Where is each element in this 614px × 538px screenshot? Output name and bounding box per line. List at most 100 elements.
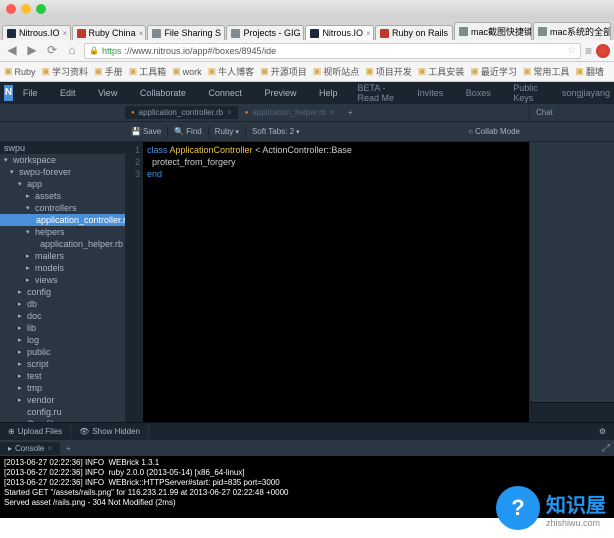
tree-node[interactable]: application_helper.rb [0, 238, 125, 250]
home-button[interactable]: ⌂ [64, 43, 80, 59]
menu-help[interactable]: Help [319, 88, 338, 98]
extension-orb-icon[interactable] [596, 44, 610, 58]
collab-mode-toggle[interactable]: ○ Collab Mode [462, 125, 526, 138]
browser-tab[interactable]: Ruby on Rails× [375, 25, 453, 40]
browser-tab[interactable]: Ruby China× [72, 25, 147, 40]
menu-connect[interactable]: Connect [208, 88, 242, 98]
bookmark-item[interactable]: ▣work [172, 66, 202, 77]
bookmark-item[interactable]: ▣开源项目 [260, 65, 307, 78]
tree-node[interactable]: ▸test [0, 370, 125, 382]
tree-node[interactable]: application_controller.rb [0, 214, 125, 226]
close-icon[interactable]: × [366, 29, 371, 38]
close-icon[interactable]: × [63, 29, 68, 38]
bookmark-item[interactable]: ▣手册 [94, 65, 123, 78]
close-icon[interactable]: × [227, 108, 232, 117]
file-tree[interactable]: swpu ▾workspace▾swpu-forever▾app▸assets▾… [0, 142, 125, 422]
nav-link[interactable]: Invites [417, 88, 443, 98]
editor-tab[interactable]: ●application_controller.rb× [125, 106, 239, 119]
tree-node[interactable]: ▸assets [0, 190, 125, 202]
back-button[interactable]: ◀ [4, 43, 20, 59]
bookmark-item[interactable]: ▣学习资料 [42, 65, 89, 78]
settings-icon[interactable]: ⚙ [591, 425, 614, 438]
console-output[interactable]: [2013-06-27 02:22:36] INFO WEBrick 1.3.1… [0, 456, 614, 518]
language-dropdown[interactable]: Ruby [209, 125, 245, 138]
bookmark-item[interactable]: ▣Ruby [4, 66, 36, 77]
editor-tab[interactable]: ●application_helper.rb× [239, 106, 342, 119]
bookmark-item[interactable]: ▣最近学习 [470, 65, 517, 78]
nav-link[interactable]: songjiayang [562, 88, 610, 98]
chrome-menu-icon[interactable]: ≡ [585, 44, 592, 58]
bookmark-star-icon[interactable]: ☆ [567, 45, 576, 56]
tree-node[interactable]: ▸config [0, 286, 125, 298]
tree-node[interactable]: ▸views [0, 274, 125, 286]
tree-node[interactable]: ▸lib [0, 322, 125, 334]
tree-node[interactable]: ▾app [0, 178, 125, 190]
favicon-icon [7, 29, 16, 38]
close-icon[interactable]: × [330, 108, 335, 117]
menu-view[interactable]: View [98, 88, 117, 98]
browser-tab[interactable]: mac截图快捷键× [454, 22, 532, 40]
close-icon[interactable]: × [139, 29, 144, 38]
chat-panel-header[interactable]: Chat [529, 106, 614, 119]
show-hidden-toggle[interactable]: 👁Show Hidden [71, 425, 149, 438]
bookmark-item[interactable]: ▣工具箱 [129, 65, 167, 78]
tree-node[interactable]: ▸vendor [0, 394, 125, 406]
tree-node[interactable]: ▸public [0, 346, 125, 358]
minimize-window-icon[interactable] [21, 4, 31, 14]
tree-node[interactable]: ▾helpers [0, 226, 125, 238]
console-tab[interactable]: ▸Console× [0, 442, 60, 455]
menu-file[interactable]: File [23, 88, 38, 98]
folder-icon: ▣ [418, 66, 427, 77]
nav-link[interactable]: Boxes [466, 88, 491, 98]
nav-link[interactable]: BETA - Read Me [357, 83, 394, 103]
nitrous-logo-icon[interactable]: N [4, 85, 13, 101]
tree-node[interactable]: ▸tmp [0, 382, 125, 394]
bookmark-item[interactable]: ▣视听站点 [313, 65, 360, 78]
nav-link[interactable]: Public Keys [513, 83, 539, 103]
tree-node[interactable]: ▾workspace [0, 154, 125, 166]
bookmark-item[interactable]: ▣常用工具 [523, 65, 570, 78]
menu-collaborate[interactable]: Collaborate [140, 88, 186, 98]
browser-tab[interactable]: File Sharing S× [147, 25, 225, 40]
tree-node[interactable]: config.ru [0, 406, 125, 418]
expand-console-icon[interactable]: ⤢ [598, 443, 614, 454]
tree-label: app [27, 179, 42, 189]
browser-tab[interactable]: mac系统的全部× [533, 22, 611, 40]
tree-root[interactable]: swpu [0, 142, 125, 154]
find-button[interactable]: 🔍Find [168, 125, 208, 138]
close-window-icon[interactable] [6, 4, 16, 14]
save-button[interactable]: 💾Save [125, 125, 167, 138]
menu-edit[interactable]: Edit [60, 88, 76, 98]
new-console-button[interactable]: + [60, 442, 77, 455]
browser-tab[interactable]: Nitrous.IO× [305, 25, 374, 40]
tree-node[interactable]: ▸models [0, 262, 125, 274]
softtabs-dropdown[interactable]: Soft Tabs: 2 [246, 125, 306, 138]
code-content[interactable]: class ApplicationController < ActionCont… [143, 142, 529, 422]
close-icon[interactable]: × [303, 29, 304, 38]
tree-node[interactable]: ▸mailers [0, 250, 125, 262]
chat-input[interactable] [530, 402, 614, 422]
browser-tab[interactable]: Nitrous.IO× [2, 25, 71, 40]
tree-node[interactable]: ▸script [0, 358, 125, 370]
upload-files-button[interactable]: ⊕Upload Files [0, 425, 71, 438]
reload-button[interactable]: ⟳ [44, 43, 60, 59]
close-icon[interactable]: × [47, 444, 52, 453]
bookmark-item[interactable]: ▣项目开发 [365, 65, 412, 78]
browser-tab[interactable]: Projects - GIG× [226, 25, 304, 40]
close-icon[interactable]: × [451, 29, 453, 38]
bookmark-item[interactable]: ▣牛人博客 [208, 65, 255, 78]
address-bar[interactable]: 🔒 https://www.nitrous.io/app#/boxes/8945… [84, 43, 581, 59]
bookmark-item[interactable]: ▣工具安装 [418, 65, 465, 78]
forward-button[interactable]: ▶ [24, 43, 40, 59]
menu-preview[interactable]: Preview [264, 88, 296, 98]
tree-node[interactable]: ▸db [0, 298, 125, 310]
close-icon[interactable]: × [224, 29, 225, 38]
bookmark-item[interactable]: ▣翻墙 [575, 65, 604, 78]
new-tab-button[interactable]: + [342, 106, 359, 119]
code-editor[interactable]: 123 class ApplicationController < Action… [125, 142, 529, 422]
tree-node[interactable]: ▸doc [0, 310, 125, 322]
zoom-window-icon[interactable] [36, 4, 46, 14]
tree-node[interactable]: ▾swpu-forever [0, 166, 125, 178]
tree-node[interactable]: ▸log [0, 334, 125, 346]
tree-node[interactable]: ▾controllers [0, 202, 125, 214]
